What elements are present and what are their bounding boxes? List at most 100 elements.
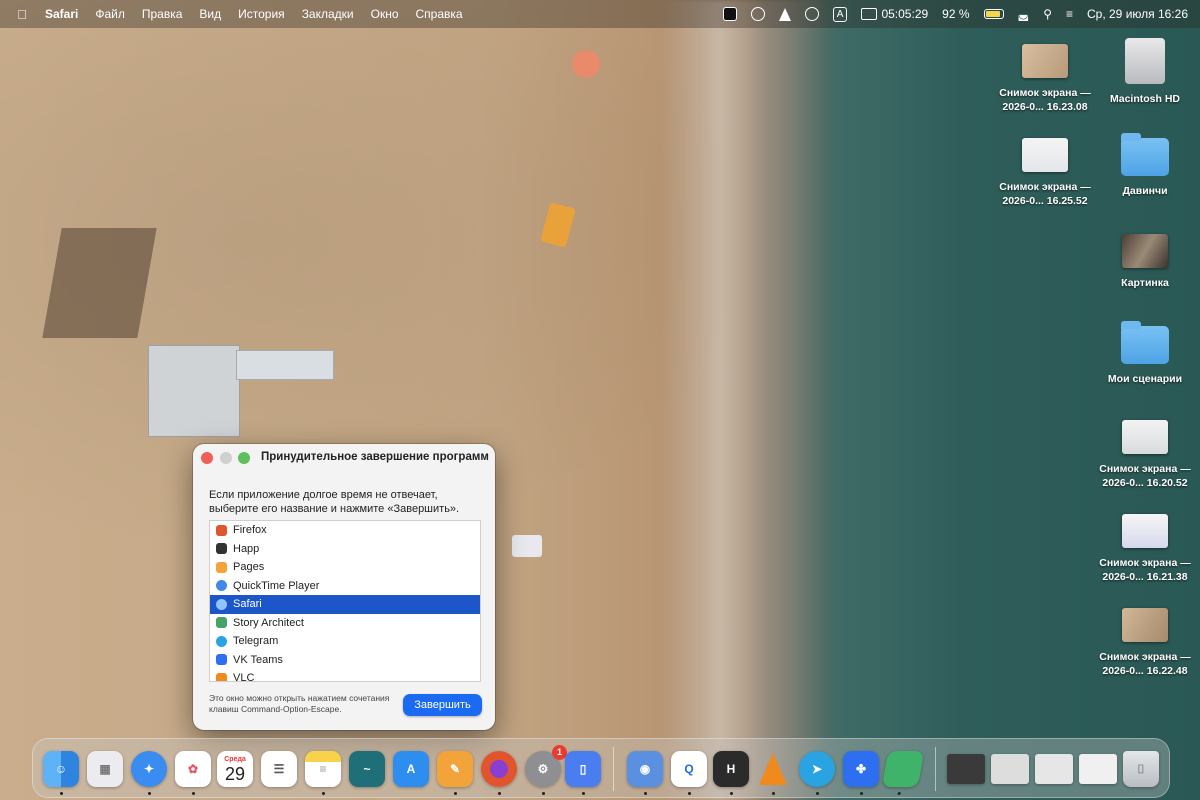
disk-icon (1125, 38, 1165, 84)
safari-icon (216, 598, 227, 610)
menu-app-name[interactable]: Safari (45, 7, 78, 21)
play-icon[interactable] (804, 7, 819, 21)
dock-firefox[interactable] (481, 751, 517, 795)
app-name: Safari (233, 598, 262, 611)
battery-icon[interactable] (983, 9, 1004, 19)
desktop-screenshot-4[interactable]: Снимок экрана — 2026-0... 16.21.38 (1095, 514, 1195, 584)
app-name: VLC (233, 672, 255, 682)
app-row-firefox[interactable]: Firefox (210, 521, 480, 540)
close-button[interactable] (201, 452, 213, 464)
app-name: VK Teams (233, 653, 283, 666)
wifi-icon[interactable]: ◛ (1018, 7, 1030, 21)
desktop-item-label: Давинчи (1122, 185, 1168, 197)
beach-umbrella (572, 50, 600, 78)
dock-quicktime[interactable]: Q (671, 751, 707, 795)
force-quit-window: Принудительное завершение программ Если … (193, 444, 495, 730)
app-row-vk-teams[interactable]: VK Teams (210, 651, 480, 670)
dock-vk-teams[interactable]: ✤ (843, 751, 879, 795)
app-row-pages[interactable]: Pages (210, 558, 480, 577)
desktop-image-kartinka[interactable]: Картинка (1095, 234, 1195, 290)
dock-pages[interactable]: ✎ (437, 751, 473, 795)
telegram-icon: ➤ (811, 762, 823, 776)
app-list[interactable]: Firefox Happ Pages QuickTime Player Safa… (209, 520, 481, 682)
dock-story-architect[interactable] (881, 751, 925, 795)
timer-value: 05:05:29 (881, 7, 929, 21)
lifeguard-ramp (236, 350, 334, 380)
dock-safari[interactable]: ✦ (131, 751, 167, 795)
desktop-macintosh-hd[interactable]: Macintosh HD (1095, 38, 1195, 106)
dock-freeform[interactable]: ~ (349, 751, 385, 787)
safari-compass-icon: ✦ (143, 762, 155, 776)
app-name: Story Architect (233, 616, 304, 629)
dock-anka[interactable]: ◉ (627, 751, 663, 795)
date-time[interactable]: Ср, 29 июля 16:26 (1087, 7, 1188, 21)
apple-icon[interactable]:  (14, 7, 30, 22)
dock-app-store[interactable]: A (393, 751, 429, 787)
desktop-screenshot-1[interactable]: Снимок экрана — 2026-0... 16.23.08 (995, 44, 1095, 114)
dock-happ[interactable]: H (713, 751, 749, 795)
quicktime-icon: Q (684, 762, 694, 776)
dock-recent-window-3[interactable] (1035, 754, 1073, 784)
force-quit-button[interactable]: Завершить (403, 694, 482, 716)
menu-edit[interactable]: Правка (142, 7, 183, 21)
desktop-item-label: Картинка (1121, 277, 1169, 289)
screenshot-thumbnail (1122, 608, 1168, 642)
dock-recent-window-1[interactable] (947, 754, 985, 784)
dock-recent-window-4[interactable] (1079, 754, 1117, 784)
dock-launchpad[interactable]: ▦ (87, 751, 123, 787)
notes-icon: ≡ (319, 762, 327, 776)
happ-icon: H (726, 762, 736, 776)
app-row-happ[interactable]: Happ (210, 540, 480, 559)
dock-trash[interactable]: ⌷ (1123, 751, 1159, 787)
dock-photos[interactable]: ✿ (175, 751, 211, 795)
surf-foam (660, 0, 830, 800)
keyboard-layout-icon[interactable]: A (832, 6, 848, 22)
desktop-folder-scenarios[interactable]: Мои сценарии (1095, 321, 1195, 386)
app-status-icon[interactable] (722, 7, 737, 21)
app-name: Pages (233, 561, 265, 574)
dock-notes[interactable]: ≡ (305, 751, 341, 795)
dock-simulator[interactable]: ▯ (565, 751, 601, 795)
dock-separator (613, 747, 614, 791)
desktop-screenshot-3[interactable]: Снимок экрана — 2026-0... 16.20.52 (1095, 420, 1195, 490)
screenshot-thumbnail (1022, 138, 1068, 172)
menu-history[interactable]: История (238, 7, 285, 21)
dock-recent-window-2[interactable] (991, 754, 1029, 784)
vlc-icon (216, 672, 227, 681)
app-row-telegram[interactable]: Telegram (210, 632, 480, 651)
desktop-item-label: Снимок экрана — 2026-0... 16.20.52 (1099, 463, 1191, 489)
menu-view[interactable]: Вид (199, 7, 221, 21)
beach-towel (540, 202, 576, 248)
control-center-icon[interactable]: ≡ (1066, 7, 1073, 21)
menu-help[interactable]: Справка (416, 7, 463, 21)
app-row-story-architect[interactable]: Story Architect (210, 614, 480, 633)
app-name: QuickTime Player (233, 579, 320, 592)
vlc-icon[interactable] (778, 7, 791, 21)
calendar-day: 29 (224, 763, 246, 784)
app-row-vlc[interactable]: VLC (210, 669, 480, 682)
menu-file[interactable]: Файл (95, 7, 125, 21)
dock-reminders[interactable]: ☰ (261, 751, 297, 787)
vk-teams-icon: ✤ (855, 762, 867, 776)
photos-icon: ✿ (187, 762, 199, 776)
desktop-screenshot-5[interactable]: Снимок экрана — 2026-0... 16.22.48 (1095, 608, 1195, 678)
menu-window[interactable]: Окно (371, 7, 399, 21)
lifeguard-tower (148, 345, 240, 437)
search-icon[interactable]: ⚲ (1043, 7, 1052, 21)
image-thumbnail (1122, 234, 1168, 268)
dock-finder[interactable]: ☺ (43, 751, 79, 795)
desktop-item-label: Снимок экрана — 2026-0... 16.22.48 (1099, 651, 1191, 677)
desktop-folder-davinci[interactable]: Давинчи (1095, 133, 1195, 198)
app-row-safari[interactable]: Safari (210, 595, 480, 614)
zoom-button[interactable] (238, 452, 250, 464)
timer-status[interactable]: 05:05:29 (861, 7, 928, 21)
menu-bookmarks[interactable]: Закладки (302, 7, 354, 21)
desktop-screenshot-2[interactable]: Снимок экрана — 2026-0... 16.25.52 (995, 138, 1095, 208)
app-row-quicktime[interactable]: QuickTime Player (210, 577, 480, 596)
dock-vlc[interactable] (755, 751, 791, 795)
cloud-badge-icon[interactable] (750, 7, 765, 21)
desktop-item-label: Macintosh HD (1109, 93, 1180, 105)
dock-telegram[interactable]: ➤ (799, 751, 835, 795)
dock-calendar[interactable]: Среда 29 (217, 751, 253, 787)
dock-system-settings[interactable]: ⚙ 1 (525, 745, 567, 795)
